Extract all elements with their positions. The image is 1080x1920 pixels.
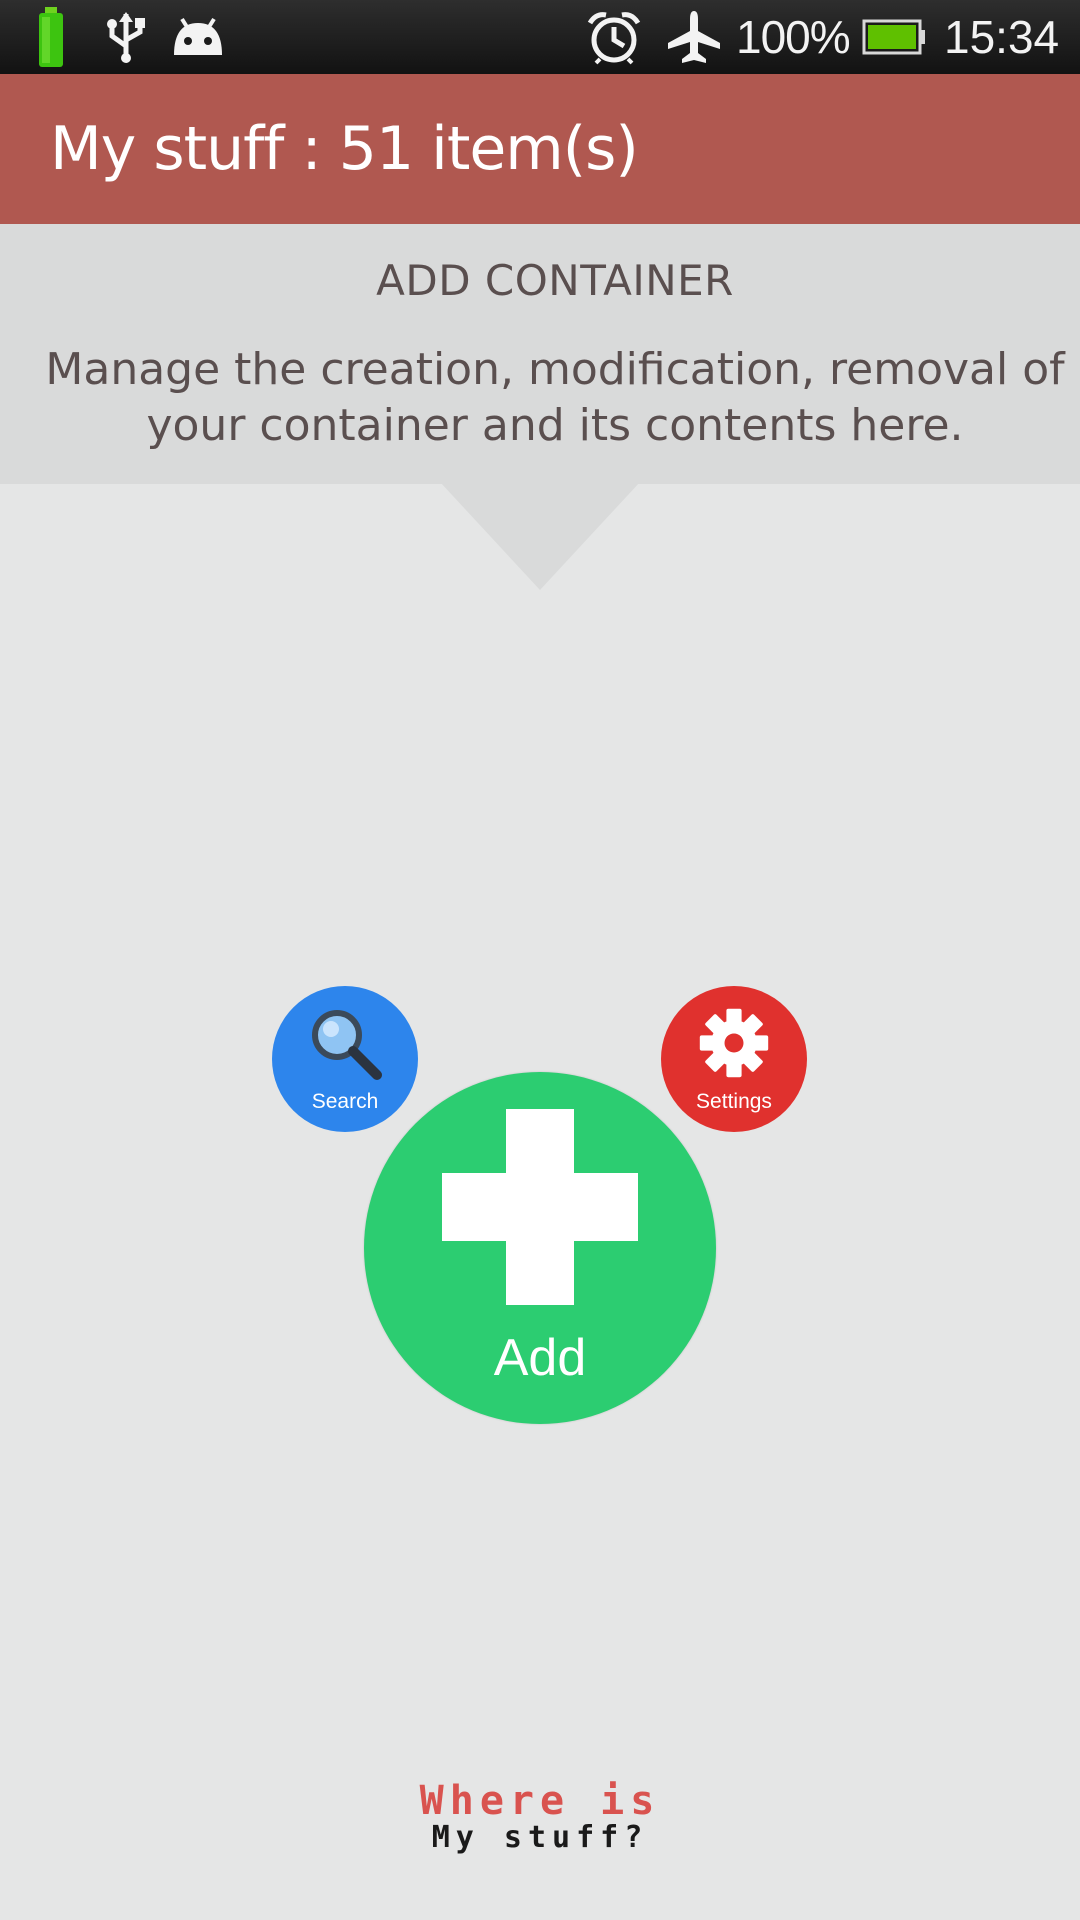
airplane-mode-icon	[666, 0, 722, 74]
page-title: My stuff : 51 item(s)	[50, 114, 639, 184]
logo-line-2: My stuff?	[431, 1820, 649, 1855]
plus-icon	[440, 1108, 640, 1310]
add-button[interactable]: Add	[364, 1072, 716, 1424]
battery-percent: 100%	[736, 11, 851, 63]
info-pointer	[440, 482, 640, 590]
info-panel: ADD CONTAINER Manage the creation, modif…	[0, 224, 1080, 484]
android-debug-icon	[170, 0, 226, 74]
search-button[interactable]: Search	[272, 986, 418, 1132]
app-screen: 100% 15:34 My stuff : 51 item(s) ADD CON…	[0, 0, 1080, 1920]
usb-icon	[104, 0, 148, 74]
battery-icon	[862, 0, 926, 74]
app-logo: Where is My stuff?	[0, 1780, 1080, 1854]
alarm-icon	[586, 0, 642, 74]
info-description: Manage the creation, modification, remov…	[45, 344, 1065, 451]
status-bar: 100% 15:34	[0, 0, 1080, 74]
battery-charging-icon	[36, 0, 66, 74]
add-label: Add	[493, 1328, 587, 1387]
gear-icon	[694, 1005, 774, 1086]
search-label: Search	[311, 1089, 379, 1113]
search-icon	[305, 1005, 385, 1086]
settings-button[interactable]: Settings	[661, 986, 807, 1132]
app-header: My stuff : 51 item(s)	[0, 74, 1080, 224]
logo-line-1: Where is	[419, 1778, 661, 1824]
status-time: 15:34	[944, 11, 1060, 63]
info-title: ADD CONTAINER	[376, 256, 734, 305]
settings-label: Settings	[696, 1089, 772, 1113]
